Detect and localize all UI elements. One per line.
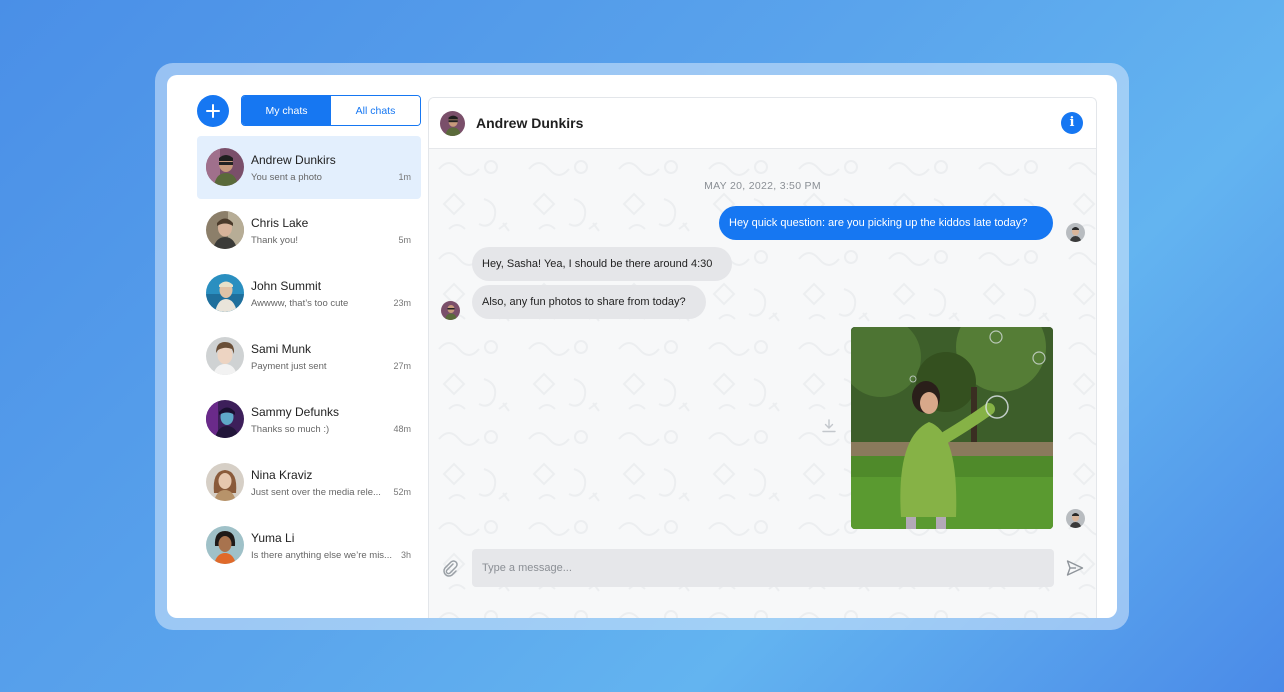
avatar [1066,223,1085,242]
avatar [441,301,460,320]
sidebar: My chats All chats Andrew Dunkirs You se… [167,75,429,618]
chat-name: Andrew Dunkirs [251,153,336,167]
chat-time: 23m [393,298,411,308]
message-composer [429,549,1096,618]
chat-name: Chris Lake [251,216,309,230]
chat-preview: Payment just sent [251,361,327,372]
chat-item-sami-munk[interactable]: Sami Munk Payment just sent 27m [197,325,421,388]
chat-time: 3h [400,550,411,560]
download-icon[interactable] [822,419,836,438]
message-input[interactable] [472,549,1054,587]
chat-list: Andrew Dunkirs You sent a photo 1m Chris… [197,136,421,577]
chat-item-john-summit[interactable]: John Summit Awwww, that’s too cute 23m [197,262,421,325]
chat-preview: Just sent over the media rele... [251,487,381,498]
info-icon: i [1069,115,1075,130]
shared-photo[interactable] [851,327,1053,529]
chat-time: 52m [393,487,411,497]
message-bubble-outgoing: Hey quick question: are you picking up t… [719,206,1053,240]
conversation-header: Andrew Dunkirs i [429,98,1096,149]
chat-item-sammy-defunks[interactable]: Sammy Defunks Thanks so much :) 48m [197,388,421,451]
chat-preview: Thanks so much :) [251,424,330,435]
avatar [206,274,244,312]
avatar [206,148,244,186]
avatar [1066,509,1085,528]
avatar [206,337,244,375]
avatar [206,400,244,438]
tab-my-chats[interactable]: My chats [242,96,331,125]
avatar [206,211,244,249]
chat-time: 5m [398,235,411,245]
paperclip-icon[interactable] [441,559,459,582]
chat-preview: Is there anything else we’re mis... [251,550,392,561]
chat-preview: Awwww, that’s too cute [251,298,349,309]
conversation-title: Andrew Dunkirs [476,115,584,131]
info-button[interactable]: i [1061,112,1083,134]
chat-time: 27m [393,361,411,371]
avatar [206,463,244,501]
new-chat-button[interactable] [197,95,229,127]
chat-preview: Thank you! [251,235,298,246]
chat-name: Yuma Li [251,531,295,545]
date-separator: MAY 20, 2022, 3:50 PM [704,180,821,192]
chat-name: Sammy Defunks [251,405,340,419]
chat-time: 48m [393,424,411,434]
message-bubble-incoming: Also, any fun photos to share from today… [472,285,706,319]
chat-filter-tabs: My chats All chats [241,95,421,126]
message-bubble-incoming: Hey, Sasha! Yea, I should be there aroun… [472,247,732,281]
chat-name: Sami Munk [251,342,312,356]
chat-item-yuma-li[interactable]: Yuma Li Is there anything else we’re mis… [197,514,421,577]
send-icon[interactable] [1066,559,1084,582]
message-area[interactable]: MAY 20, 2022, 3:50 PM Hey quick question… [429,149,1096,618]
avatar [206,526,244,564]
chat-preview: You sent a photo [251,172,322,183]
tab-all-chats[interactable]: All chats [331,96,420,125]
plus-icon [206,104,220,118]
chat-name: John Summit [251,279,322,293]
chat-item-chris-lake[interactable]: Chris Lake Thank you! 5m [197,199,421,262]
avatar[interactable] [440,111,465,136]
chat-name: Nina Kraviz [251,468,313,482]
chat-time: 1m [398,172,411,182]
chat-item-nina-kraviz[interactable]: Nina Kraviz Just sent over the media rel… [197,451,421,514]
conversation-panel: Andrew Dunkirs i MAY 20, 2022, 3:50 PM H… [428,97,1097,618]
chat-item-andrew-dunkirs[interactable]: Andrew Dunkirs You sent a photo 1m [197,136,421,199]
chat-app: My chats All chats Andrew Dunkirs You se… [167,75,1117,618]
